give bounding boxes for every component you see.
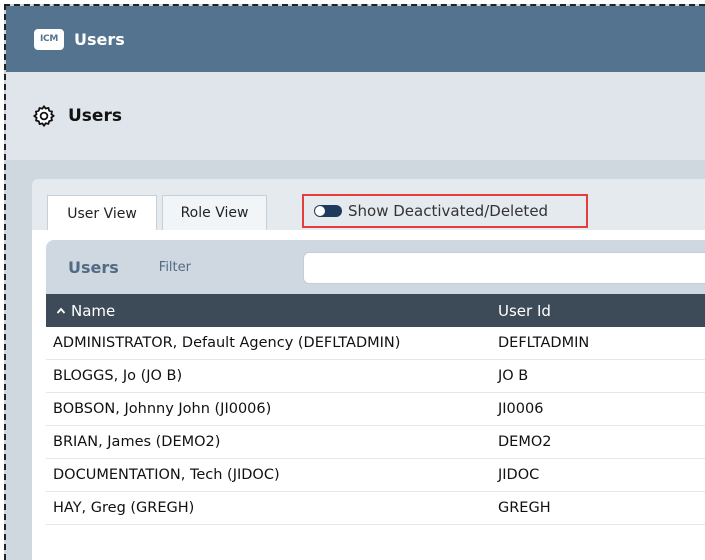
table-row[interactable]: BRIAN, James (DEMO2) DEMO2 bbox=[46, 426, 705, 459]
table-row[interactable]: HAY, Greg (GREGH) GREGH bbox=[46, 492, 705, 525]
users-list: Users Filter Name User Id ADMINISTRATOR,… bbox=[46, 240, 705, 560]
cell-name: BRIAN, James (DEMO2) bbox=[53, 434, 221, 450]
page-title: Users bbox=[68, 106, 122, 126]
filter-label: Filter bbox=[158, 259, 191, 275]
tab-content: Users Filter Name User Id ADMINISTRATOR,… bbox=[32, 230, 705, 560]
cell-name: DOCUMENTATION, Tech (JIDOC) bbox=[53, 467, 280, 483]
app-window: ICM Users Users User View Role View Show… bbox=[4, 4, 705, 560]
column-header-name-label: Name bbox=[71, 301, 116, 320]
list-heading: Users bbox=[68, 257, 119, 277]
table-row[interactable]: ADMINISTRATOR, Default Agency (DEFLTADMI… bbox=[46, 327, 705, 360]
toggle-label: Show Deactivated/Deleted bbox=[348, 202, 549, 220]
cell-user-id: JI0006 bbox=[498, 401, 544, 417]
show-deactivated-toggle[interactable]: Show Deactivated/Deleted bbox=[302, 194, 588, 228]
cell-user-id: JIDOC bbox=[498, 467, 540, 483]
table-header: Name User Id bbox=[46, 294, 705, 327]
filter-input[interactable] bbox=[303, 252, 705, 284]
title-bar: ICM Users bbox=[6, 6, 705, 72]
cell-name: ADMINISTRATOR, Default Agency (DEFLTADMI… bbox=[53, 335, 401, 351]
cell-user-id: DEFLTADMIN bbox=[498, 335, 590, 351]
cell-user-id: JO B bbox=[498, 368, 529, 384]
gear-icon bbox=[33, 105, 55, 127]
sort-ascending-icon bbox=[56, 307, 66, 314]
toggle-knob bbox=[315, 206, 325, 216]
tab-user-view[interactable]: User View bbox=[47, 195, 157, 231]
table-row[interactable]: BLOGGS, Jo (JO B) JO B bbox=[46, 360, 705, 393]
app-title: Users bbox=[74, 29, 125, 49]
table-row[interactable]: BOBSON, Johnny John (JI0006) JI0006 bbox=[46, 393, 705, 426]
tab-role-view[interactable]: Role View bbox=[162, 195, 267, 230]
column-header-user-id[interactable]: User Id bbox=[498, 294, 551, 327]
cell-name: BOBSON, Johnny John (JI0006) bbox=[53, 401, 272, 417]
app-logo-icon: ICM bbox=[34, 28, 64, 50]
table-row[interactable]: DOCUMENTATION, Tech (JIDOC) JIDOC bbox=[46, 459, 705, 492]
cell-user-id: DEMO2 bbox=[498, 434, 552, 450]
toggle-switch[interactable] bbox=[314, 205, 342, 217]
users-panel: User View Role View Show Deactivated/Del… bbox=[32, 179, 705, 560]
column-header-user-id-label: User Id bbox=[498, 301, 551, 320]
cell-user-id: GREGH bbox=[498, 500, 551, 516]
page-header: Users bbox=[6, 72, 705, 160]
cell-name: HAY, Greg (GREGH) bbox=[53, 500, 195, 516]
column-header-name[interactable]: Name bbox=[56, 294, 115, 327]
table-body: ADMINISTRATOR, Default Agency (DEFLTADMI… bbox=[46, 327, 705, 525]
cell-name: BLOGGS, Jo (JO B) bbox=[53, 368, 183, 384]
